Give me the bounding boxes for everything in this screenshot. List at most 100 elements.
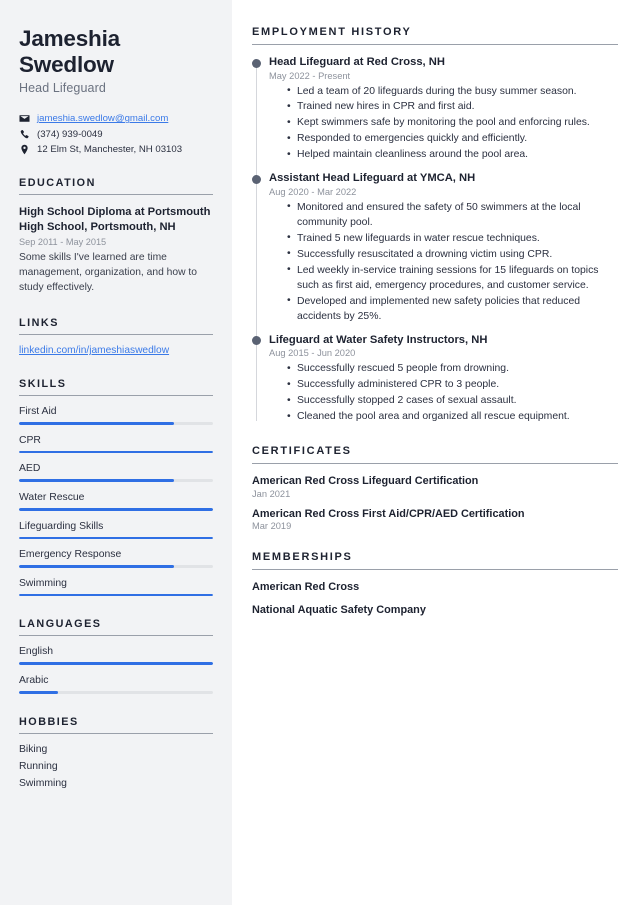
employment-heading: EMPLOYMENT HISTORY xyxy=(252,26,618,45)
section-certificates: CERTIFICATES American Red Cross Lifeguar… xyxy=(252,445,618,531)
candidate-name: Jameshia Swedlow xyxy=(19,26,120,78)
education-heading: EDUCATION xyxy=(19,177,213,196)
skill-item: Swimming xyxy=(19,578,213,597)
education-description: Some skills I've learned are time manage… xyxy=(19,252,198,293)
skill-label: Emergency Response xyxy=(19,549,122,561)
employment-bullet: Trained 5 new lifeguards in water rescue… xyxy=(287,231,618,247)
skill-item: Emergency Response xyxy=(19,549,213,568)
links-heading: LINKS xyxy=(19,317,213,336)
link-item-linkedin[interactable]: linkedin.com/in/jameshiaswedlow xyxy=(19,345,213,356)
skill-item: AED xyxy=(19,463,213,483)
contact-phone: (374) 939-0049 xyxy=(19,129,213,140)
languages-list: English Arabic xyxy=(19,646,213,694)
skill-bar-fill xyxy=(19,422,175,425)
employment-timeline: Head Lifeguard at Red Cross, NH May 2022… xyxy=(252,56,618,425)
resume-page: Jameshia Swedlow Head Lifeguard jameshia… xyxy=(0,0,640,905)
certificates-heading: CERTIFICATES xyxy=(252,445,618,465)
certificate-name: American Red Cross Lifeguard Certificati… xyxy=(252,475,479,488)
timeline-dot-icon xyxy=(252,336,261,346)
skill-item: CPR xyxy=(19,435,213,454)
language-item: English xyxy=(19,646,213,665)
certificate-date: Mar 2019 xyxy=(252,521,292,532)
employment-bullet: Successfully resuscitated a drowning vic… xyxy=(287,247,618,263)
employment-title: Assistant Head Lifeguard at YMCA, NH xyxy=(269,172,476,185)
phone-icon xyxy=(19,129,30,140)
employment-spacer xyxy=(269,164,618,172)
contact-address-text: 12 Elm St, Manchester, NH 03103 xyxy=(37,144,183,156)
employment-date: May 2022 - Present xyxy=(269,70,351,81)
hobby-item: Swimming xyxy=(19,777,67,789)
hobby-item: Biking xyxy=(19,743,48,755)
skill-item: Water Rescue xyxy=(19,492,213,511)
section-skills: SKILLS First Aid CPR AED Water Rescue Li… xyxy=(19,378,213,597)
skill-bar-track xyxy=(19,450,213,454)
hobby-item: Running xyxy=(19,760,58,772)
section-hobbies: HOBBIES Biking Running Swimming xyxy=(19,716,213,789)
hobbies-list: Biking Running Swimming xyxy=(19,744,213,789)
employment-bullets: Successfully rescued 5 people from drown… xyxy=(269,362,618,425)
employment-bullets: Led a team of 20 lifeguards during the b… xyxy=(269,84,618,164)
skill-bar-fill xyxy=(19,536,213,540)
skill-bar-track xyxy=(19,479,213,483)
timeline-rail xyxy=(256,338,258,422)
employment-title: Lifeguard at Water Safety Instructors, N… xyxy=(269,333,488,346)
contact-email-text[interactable]: jameshia.swedlow@gmail.com xyxy=(37,113,168,124)
candidate-job-title: Head Lifeguard xyxy=(19,81,106,96)
languages-heading: LANGUAGES xyxy=(19,618,213,637)
section-links: LINKS linkedin.com/in/jameshiaswedlow xyxy=(19,317,213,356)
section-education: EDUCATION High School Diploma at Portsmo… xyxy=(19,177,213,295)
skill-bar-fill xyxy=(19,593,213,597)
employment-bullet: Led a team of 20 lifeguards during the b… xyxy=(287,84,618,100)
employment-title: Head Lifeguard at Red Cross, NH xyxy=(269,56,445,68)
skill-label: Water Rescue xyxy=(19,492,85,504)
timeline-dot-icon xyxy=(252,174,261,184)
employment-date: Aug 2015 - Jun 2020 xyxy=(269,348,356,359)
section-employment-history: EMPLOYMENT HISTORY Head Lifeguard at Red… xyxy=(252,26,618,425)
sidebar: Jameshia Swedlow Head Lifeguard jameshia… xyxy=(0,0,232,905)
employment-bullet: Helped maintain cleanliness around the p… xyxy=(287,148,618,163)
employment-entry: Lifeguard at Water Safety Instructors, N… xyxy=(252,334,618,425)
skill-bar-track xyxy=(19,565,213,568)
education-date: Sep 2011 - May 2015 xyxy=(19,237,107,248)
employment-bullet: Developed and implemented new safety pol… xyxy=(287,294,618,325)
timeline-dot-icon xyxy=(252,58,261,68)
memberships-heading: MEMBERSHIPS xyxy=(252,551,618,571)
contact-email[interactable]: jameshia.swedlow@gmail.com xyxy=(19,113,213,124)
skill-bar-track xyxy=(19,422,213,425)
education-title: High School Diploma at Portsmouth High S… xyxy=(19,206,211,234)
skills-heading: SKILLS xyxy=(19,378,213,397)
skill-bar-track xyxy=(19,593,213,597)
employment-bullet: Monitored and ensured the safety of 50 s… xyxy=(287,200,618,231)
skill-label: AED xyxy=(19,463,41,475)
certificate-date: Jan 2021 xyxy=(252,488,291,499)
contact-phone-text: (374) 939-0049 xyxy=(37,128,103,140)
main-content: EMPLOYMENT HISTORY Head Lifeguard at Red… xyxy=(232,0,640,905)
section-memberships: MEMBERSHIPS American Red Cross National … xyxy=(252,551,618,616)
skill-label: Swimming xyxy=(19,577,67,589)
employment-bullets: Monitored and ensured the safety of 50 s… xyxy=(269,200,618,325)
contact-address: 12 Elm St, Manchester, NH 03103 xyxy=(19,144,213,155)
employment-bullet: Cleaned the pool area and organized all … xyxy=(287,410,618,425)
employment-bullet: Kept swimmers safe by monitoring the poo… xyxy=(287,116,618,131)
skill-bar-track xyxy=(19,508,213,511)
skill-label: CPR xyxy=(19,434,41,446)
certificate-item: American Red Cross Lifeguard Certificati… xyxy=(252,475,618,499)
hobbies-heading: HOBBIES xyxy=(19,716,213,734)
skill-item: First Aid xyxy=(19,406,213,425)
skill-label: Lifeguarding Skills xyxy=(19,520,104,532)
skill-bar-track xyxy=(19,536,213,540)
location-pin-icon xyxy=(19,144,30,155)
contact-list: jameshia.swedlow@gmail.com (374) 939-004… xyxy=(19,113,213,155)
timeline-rail xyxy=(256,177,258,340)
skill-item: Lifeguarding Skills xyxy=(19,521,213,540)
section-languages: LANGUAGES English Arabic xyxy=(19,618,213,694)
language-item: Arabic xyxy=(19,675,213,694)
skills-list: First Aid CPR AED Water Rescue Lifeguard… xyxy=(19,406,213,597)
skill-bar-fill xyxy=(19,479,175,483)
memberships-list: American Red Cross National Aquatic Safe… xyxy=(252,581,618,616)
skill-bar-fill xyxy=(19,565,175,568)
timeline-rail xyxy=(256,61,258,179)
skill-bar-fill xyxy=(19,508,213,511)
envelope-icon xyxy=(19,113,30,124)
certificates-list: American Red Cross Lifeguard Certificati… xyxy=(252,475,618,531)
